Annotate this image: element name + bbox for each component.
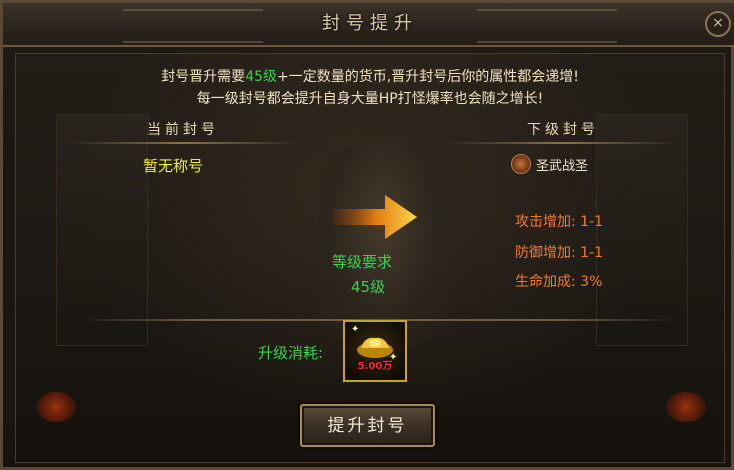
info-line-1-suffix: +一定数量的货币,晋升封号后你的属性都会递增! (277, 69, 579, 85)
stat-health-label: 生命加成: (515, 274, 576, 290)
cost-item-slot[interactable]: ✦ ✦ 5.00万 (343, 320, 407, 382)
info-line-2: 每一级封号都会提升自身大量HP打怪爆率也会随之增长! (196, 91, 544, 107)
stat-defense: 防御增加: 1-1 (515, 242, 603, 262)
stat-attack-value: 1-1 (580, 214, 604, 230)
stat-defense-label: 防御增加: (515, 245, 576, 261)
level-requirement-label: 等级要求 (332, 253, 393, 271)
stat-attack: 攻击增加: 1-1 (515, 211, 603, 231)
upgrade-title-button[interactable]: 提升封号 (300, 404, 435, 447)
current-title-value: 暂无称号 (143, 157, 204, 175)
fire-icon (666, 392, 706, 422)
stat-defense-value: 1-1 (580, 245, 604, 261)
next-title-name: 圣武战圣 (536, 158, 589, 174)
level-requirement-value: 45级 (351, 278, 386, 296)
window-title: 封号提升 (322, 13, 418, 34)
background-pillar-right (596, 114, 688, 346)
info-line-1: 封号晋升需要45级+一定数量的货币,晋升封号后你的属性都会递增! (3, 66, 734, 86)
fire-icon (36, 392, 76, 422)
title-bar: 封号提升 × (3, 3, 734, 47)
title-badge-icon (511, 154, 531, 174)
cost-amount: 5.00万 (357, 361, 393, 372)
current-heading-underline (68, 142, 298, 144)
current-title-heading: 当前封号 (147, 122, 219, 138)
dragon-relief-icon (318, 146, 448, 346)
next-heading-underline (448, 142, 678, 144)
next-title-heading: 下级封号 (527, 122, 599, 138)
close-icon[interactable]: × (705, 11, 731, 37)
stat-health: 生命加成: 3% (515, 271, 602, 291)
info-line-1-prefix: 封号晋升需要 (161, 69, 246, 85)
stat-attack-label: 攻击增加: (515, 214, 576, 230)
stat-health-value: 3% (580, 274, 603, 290)
title-upgrade-window: 封号提升 × 封号晋升需要45级+一定数量的货币,晋升封号后你的属性都会递增! … (0, 0, 734, 470)
next-title-entry: 圣武战圣 (511, 154, 588, 174)
arrow-right-icon (333, 195, 417, 239)
background-pillar-left (56, 114, 148, 346)
info-required-level: 45级 (245, 69, 278, 85)
upgrade-cost-label: 升级消耗: (258, 344, 324, 362)
